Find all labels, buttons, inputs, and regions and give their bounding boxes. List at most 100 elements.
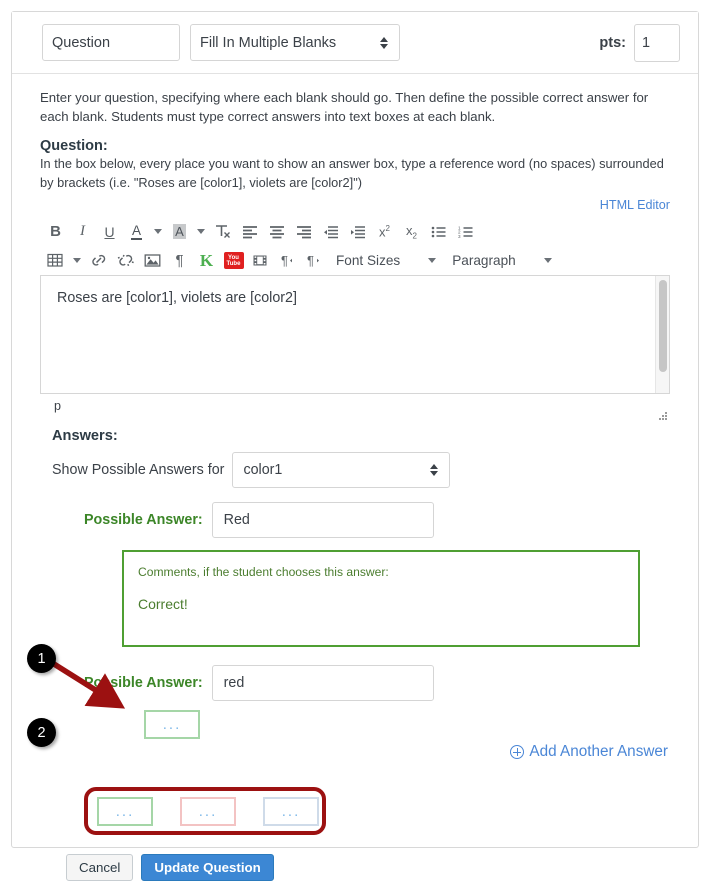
possible-answer-row: Possible Answer:: [40, 502, 680, 539]
question-hint: In the box below, every place you want t…: [40, 156, 664, 190]
possible-answer-input[interactable]: [211, 502, 434, 539]
points-label: pts:: [599, 34, 626, 51]
font-sizes-label: Font Sizes: [336, 253, 401, 269]
answer-comment-heading: Comments, if the student chooses this an…: [138, 565, 389, 580]
instructions-intro: Enter your question, specifying where ea…: [40, 90, 649, 125]
editor-status-bar: p: [40, 394, 670, 422]
comment-correct-chip[interactable]: ...: [97, 796, 153, 826]
chip-notch-icon: [199, 790, 217, 799]
show-answers-row: Show Possible Answers for color1: [52, 452, 680, 489]
cancel-button[interactable]: Cancel: [66, 854, 134, 881]
possible-answer-input[interactable]: [211, 665, 434, 702]
highlight-color-icon[interactable]: A: [166, 219, 193, 245]
highlight-color-caret-icon[interactable]: [193, 219, 209, 245]
possible-answer-label: Possible Answer:: [84, 512, 203, 529]
editor-element-path: p: [54, 399, 62, 414]
chevron-down-icon: [543, 258, 552, 264]
align-left-icon[interactable]: [236, 219, 263, 245]
annotation-badge-1: 1: [27, 644, 56, 673]
add-another-answer-row: Add Another Answer: [40, 743, 680, 769]
editor-toolbar-row-1: B I U A A x2 x2 1 2 3: [40, 217, 670, 246]
svg-text:¶: ¶: [281, 253, 288, 268]
rtl-direction-icon[interactable]: ¶: [301, 248, 328, 274]
chip-notch-icon: [282, 790, 300, 799]
answer-comment-text[interactable]: Correct!: [138, 596, 624, 612]
annotation-badge-2: 2: [27, 718, 56, 747]
unlink-icon[interactable]: [112, 248, 139, 274]
youtube-icon[interactable]: You Tube: [220, 248, 247, 274]
add-comment-chip-row: ...: [144, 710, 680, 740]
annotation-1-arrow: [52, 661, 126, 709]
question-name-input[interactable]: [42, 24, 180, 61]
editor-body-text[interactable]: Roses are [color1], violets are [color2]: [41, 276, 669, 320]
paragraph-label: Paragraph: [452, 253, 516, 269]
editor-scrollbar[interactable]: [655, 276, 669, 394]
quiz-question-editor-page: Fill In Multiple Blanks pts: Enter your …: [0, 0, 711, 881]
ltr-direction-icon[interactable]: ¶: [274, 248, 301, 274]
html-editor-row: HTML Editor: [40, 196, 680, 214]
editor-toolbar-row-2: ¶ K You Tube ¶ ¶ Font Sizes Paragraph: [40, 246, 670, 275]
add-comment-chip[interactable]: ...: [144, 710, 200, 740]
table-icon[interactable]: [42, 248, 69, 274]
blank-chip-dots: ...: [198, 802, 218, 820]
clear-formatting-icon[interactable]: [209, 219, 236, 245]
blank-chip-dots: ...: [281, 802, 301, 820]
editor-text-area[interactable]: Roses are [color1], violets are [color2]: [40, 275, 670, 395]
align-center-icon[interactable]: [263, 219, 290, 245]
kaltura-icon[interactable]: K: [193, 248, 220, 274]
update-question-button[interactable]: Update Question: [141, 854, 274, 881]
svg-text:3: 3: [458, 234, 461, 239]
pilcrow-icon[interactable]: ¶: [166, 248, 193, 274]
numbered-list-icon[interactable]: 123: [452, 219, 479, 245]
blank-reference-value: color1: [243, 462, 283, 479]
underline-icon[interactable]: U: [96, 219, 123, 245]
answer-block-1: Possible Answer: Comments, if the studen…: [40, 502, 680, 648]
table-caret-icon[interactable]: [69, 248, 85, 274]
blank-chip-dots: ...: [162, 716, 182, 734]
show-answers-label: Show Possible Answers for: [52, 462, 225, 479]
rich-content-editor: B I U A A x2 x2 1 2 3 ¶ K You Tube ¶ ¶ F…: [40, 217, 670, 422]
chevron-down-icon: [428, 258, 437, 264]
subscript-icon[interactable]: x2: [398, 219, 425, 245]
editor-scrollbar-thumb[interactable]: [659, 280, 667, 373]
svg-text:¶: ¶: [307, 253, 314, 268]
blank-chip-dots: ...: [115, 802, 135, 820]
comment-incorrect-chip[interactable]: ...: [180, 796, 236, 826]
question-container: Fill In Multiple Blanks pts: Enter your …: [11, 11, 699, 881]
question-heading: Question:: [40, 138, 108, 155]
points-wrapper: pts:: [599, 23, 680, 62]
outdent-icon[interactable]: [317, 219, 344, 245]
comment-chip-group: ... ... ...: [84, 787, 326, 836]
select-spinner-icon: [380, 35, 389, 51]
text-color-icon[interactable]: A: [123, 219, 150, 245]
question-body: Enter your question, specifying where ea…: [12, 74, 698, 881]
question-type-value: Fill In Multiple Blanks: [200, 34, 337, 51]
italic-icon[interactable]: I: [69, 219, 96, 245]
text-color-caret-icon[interactable]: [150, 219, 166, 245]
form-footer: Cancel Update Question: [66, 854, 680, 881]
comment-neutral-chip[interactable]: ...: [263, 796, 319, 826]
blank-reference-select[interactable]: color1: [232, 452, 451, 489]
image-icon[interactable]: [139, 248, 166, 274]
select-spinner-icon: [430, 462, 439, 478]
answer-comment-box[interactable]: Comments, if the student chooses this an…: [122, 550, 640, 648]
html-editor-link[interactable]: HTML Editor: [600, 198, 670, 212]
paragraph-dropdown[interactable]: Paragraph: [436, 248, 552, 274]
points-input[interactable]: [634, 23, 680, 62]
answers-title: Answers:: [52, 428, 118, 445]
chip-notch-icon: [116, 790, 134, 799]
superscript-icon[interactable]: x2: [371, 219, 398, 245]
editor-resize-handle[interactable]: [658, 412, 668, 422]
question-header: Fill In Multiple Blanks pts:: [12, 12, 698, 74]
indent-icon[interactable]: [344, 219, 371, 245]
question-type-select[interactable]: Fill In Multiple Blanks: [190, 24, 400, 61]
plus-circle-icon: [510, 745, 525, 760]
add-another-answer-label: Add Another Answer: [529, 743, 668, 761]
link-icon[interactable]: [85, 248, 112, 274]
font-sizes-dropdown[interactable]: Font Sizes: [328, 248, 437, 274]
add-another-answer-link[interactable]: Add Another Answer: [510, 743, 668, 761]
media-icon[interactable]: [247, 248, 274, 274]
bulleted-list-icon[interactable]: [425, 219, 452, 245]
bold-icon[interactable]: B: [42, 219, 69, 245]
align-right-icon[interactable]: [290, 219, 317, 245]
